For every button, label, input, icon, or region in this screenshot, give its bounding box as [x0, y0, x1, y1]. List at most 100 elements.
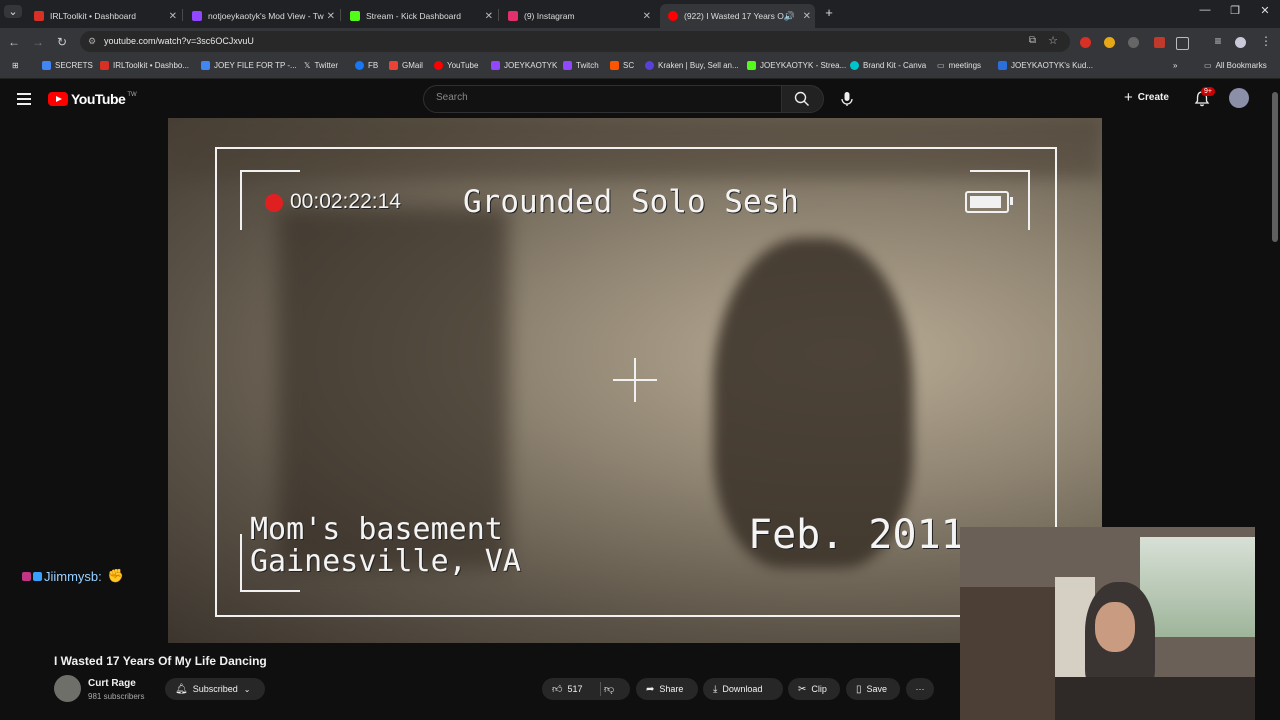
bookmark-label: Brand Kit - Canva [863, 61, 927, 70]
bookmark-label: FB [368, 61, 379, 70]
extension-yellow-icon[interactable] [1104, 37, 1115, 48]
bookmark-item[interactable]: JOEYKAOTYK's Kud... [998, 61, 1093, 70]
scrollbar-thumb[interactable] [1272, 92, 1278, 242]
youtube-masthead: YouTube TW + Create 9+ [0, 79, 1280, 119]
bookmark-item[interactable]: Twitch [563, 61, 599, 70]
download-button[interactable]: ⤓ Download [703, 678, 783, 700]
bookmark-item[interactable]: JOEYKAOTYK - Strea... [747, 61, 846, 70]
close-icon[interactable]: ✕ [643, 11, 651, 22]
bookmark-item[interactable]: 𝕏 Twitter [304, 61, 338, 70]
forward-icon[interactable]: → [30, 35, 46, 49]
twitch-icon [192, 11, 202, 21]
youtube-icon [434, 61, 443, 70]
bookmark-label: All Bookmarks [1215, 61, 1267, 70]
extension-red-icon[interactable] [1080, 37, 1091, 48]
tab-kick-dashboard[interactable]: Stream - Kick Dashboard ✕ [342, 4, 497, 28]
like-count: 517 [567, 684, 583, 694]
bookmark-item[interactable]: FB [355, 61, 378, 70]
share-icon: ➦ [646, 683, 655, 695]
download-icon: ⤓ [713, 683, 718, 695]
all-bookmarks-folder[interactable]: ▭ All Bookmarks [1204, 61, 1267, 70]
more-actions-button[interactable]: ··· [906, 678, 934, 700]
microphone-icon[interactable] [838, 90, 856, 108]
minimize-icon[interactable]: — [1196, 4, 1214, 16]
media-controls-icon[interactable]: ≡ [1210, 34, 1226, 48]
subscribed-button[interactable]: 🔔︎ Subscribed ⌄ [165, 678, 265, 700]
bookmark-folder[interactable]: ▭ meetings [937, 61, 981, 70]
extension-gray-icon[interactable] [1128, 37, 1139, 48]
youtube-logo[interactable]: YouTube TW [48, 91, 137, 107]
reload-icon[interactable]: ↻ [54, 35, 70, 49]
site-info-icon[interactable]: ⚙ [88, 36, 96, 47]
webcam-shelf [960, 587, 1055, 720]
search-input[interactable] [434, 91, 758, 104]
more-bookmarks-icon[interactable]: » [1173, 61, 1177, 70]
save-playlist-icon: ▯ [856, 683, 862, 695]
new-tab-button[interactable]: + [820, 5, 838, 20]
create-button[interactable]: + Create [1124, 89, 1169, 106]
bookmark-label: JOEYKAOTYK - Strea... [760, 61, 847, 70]
download-label: Download [722, 684, 763, 694]
close-icon[interactable]: ✕ [485, 11, 493, 22]
apps-grid-icon[interactable]: ⊞ [12, 61, 19, 70]
chat-emote-icon: ✊ [107, 568, 124, 583]
search-icon [794, 91, 809, 106]
chevron-down-icon: ⌄ [243, 684, 251, 694]
like-dislike-group: 👍︎ 517 👎︎ [542, 678, 630, 700]
tab-title: (9) Instagram [524, 11, 575, 21]
search-button[interactable] [781, 85, 824, 113]
close-icon[interactable]: ✕ [169, 11, 177, 22]
scissors-icon: ✂ [798, 683, 807, 695]
extensions-puzzle-icon[interactable] [1176, 37, 1189, 50]
window-close-icon[interactable]: ✕ [1256, 4, 1274, 17]
twitch-icon [563, 61, 572, 70]
back-icon[interactable]: ← [6, 35, 22, 49]
bookmark-label: meetings [948, 61, 982, 70]
bookmark-item[interactable]: IRLToolkit • Dashbo... [100, 61, 189, 70]
video-overlay-title: Grounded Solo Sesh [463, 184, 799, 220]
notification-count-badge: 9+ [1201, 87, 1215, 96]
plus-icon: + [1124, 89, 1133, 106]
extension-badge-icon[interactable] [1154, 37, 1165, 48]
bell-icon: 🔔︎ [175, 683, 188, 695]
close-icon[interactable]: ✕ [803, 11, 811, 22]
tab-twitch-mod-view[interactable]: notjoeykaotyk's Mod View - Tw ✕ [184, 4, 339, 28]
video-timecode: 00:02:22:14 [290, 190, 401, 213]
install-app-icon[interactable]: ⧉ [1029, 35, 1036, 46]
bookmark-star-icon[interactable]: ☆ [1048, 34, 1058, 47]
restore-icon[interactable]: ❐ [1226, 4, 1244, 17]
bookmark-label: Twitch [576, 61, 599, 70]
tab-youtube-active[interactable]: (922) I Wasted 17 Years Of M 🔊 ✕ [660, 4, 815, 28]
save-button[interactable]: ▯ Save [846, 678, 900, 700]
tab-divider [182, 9, 183, 21]
bookmark-item[interactable]: JOEYKAOTYK [491, 61, 557, 70]
close-icon[interactable]: ✕ [327, 11, 335, 22]
bookmark-item[interactable]: SECRETS [42, 61, 93, 70]
like-icon[interactable]: 👍︎ [552, 683, 562, 695]
profile-avatar-icon[interactable] [1235, 37, 1246, 48]
bookmark-item[interactable]: Brand Kit - Canva [850, 61, 926, 70]
divider [600, 682, 601, 696]
speaker-icon[interactable]: 🔊 [784, 11, 795, 22]
tab-title: notjoeykaotyk's Mod View - Tw [208, 11, 324, 21]
bookmark-item[interactable]: GMail [389, 61, 423, 70]
url-text[interactable]: youtube.com/watch?v=3sc6OCJxvuU [104, 36, 254, 46]
share-button[interactable]: ➦ Share [636, 678, 698, 700]
bookmark-item[interactable]: Kraken | Buy, Sell an... [645, 61, 739, 70]
browser-menu-icon[interactable]: ⋮ [1258, 34, 1274, 48]
bookmark-item[interactable]: SC [610, 61, 634, 70]
hamburger-menu-icon[interactable] [17, 93, 31, 108]
channel-name[interactable]: Curt Rage [88, 678, 136, 689]
clip-button[interactable]: ✂ Clip [788, 678, 840, 700]
dislike-icon[interactable]: 👎︎ [604, 683, 614, 695]
account-avatar[interactable] [1229, 88, 1249, 108]
tab-instagram[interactable]: (9) Instagram ✕ [500, 4, 655, 28]
channel-avatar[interactable] [54, 675, 81, 702]
tab-search-button[interactable]: ⌄ [4, 5, 22, 18]
twitch-icon [491, 61, 500, 70]
bookmark-item[interactable]: YouTube [434, 61, 478, 70]
address-bar[interactable]: ⚙ youtube.com/watch?v=3sc6OCJxvuU ⧉ ☆ [80, 31, 1070, 52]
bookmark-item[interactable]: JOEY FILE FOR TP -... [201, 61, 297, 70]
tab-irltoolkit[interactable]: IRLToolkit • Dashboard ✕ [26, 4, 181, 28]
canva-icon [850, 61, 859, 70]
